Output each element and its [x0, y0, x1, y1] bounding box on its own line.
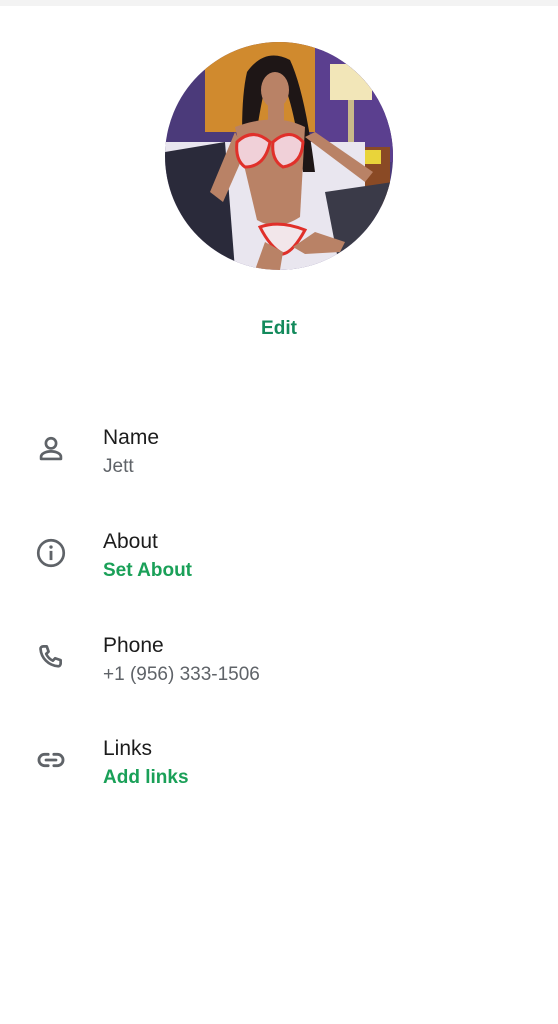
link-icon — [34, 743, 68, 777]
profile-photo-image — [165, 42, 393, 270]
edit-photo-button[interactable]: Edit — [0, 318, 558, 340]
name-row[interactable]: Name Jett — [0, 420, 558, 500]
links-row[interactable]: Links Add links — [0, 731, 558, 811]
about-title: About — [103, 530, 158, 553]
add-links-link[interactable]: Add links — [103, 767, 189, 789]
phone-icon — [34, 640, 68, 674]
profile-photo[interactable] — [165, 42, 393, 270]
info-icon — [34, 536, 68, 570]
name-title: Name — [103, 426, 160, 449]
links-title: Links — [103, 737, 153, 760]
name-value: Jett — [103, 456, 134, 477]
status-bar-divider — [0, 0, 558, 6]
phone-row[interactable]: Phone +1 (956) 333-1506 — [0, 628, 558, 708]
about-row[interactable]: About Set About — [0, 524, 558, 604]
person-icon — [34, 432, 68, 466]
phone-value: +1 (956) 333-1506 — [103, 664, 260, 685]
phone-title: Phone — [103, 634, 164, 657]
set-about-link[interactable]: Set About — [103, 560, 192, 582]
